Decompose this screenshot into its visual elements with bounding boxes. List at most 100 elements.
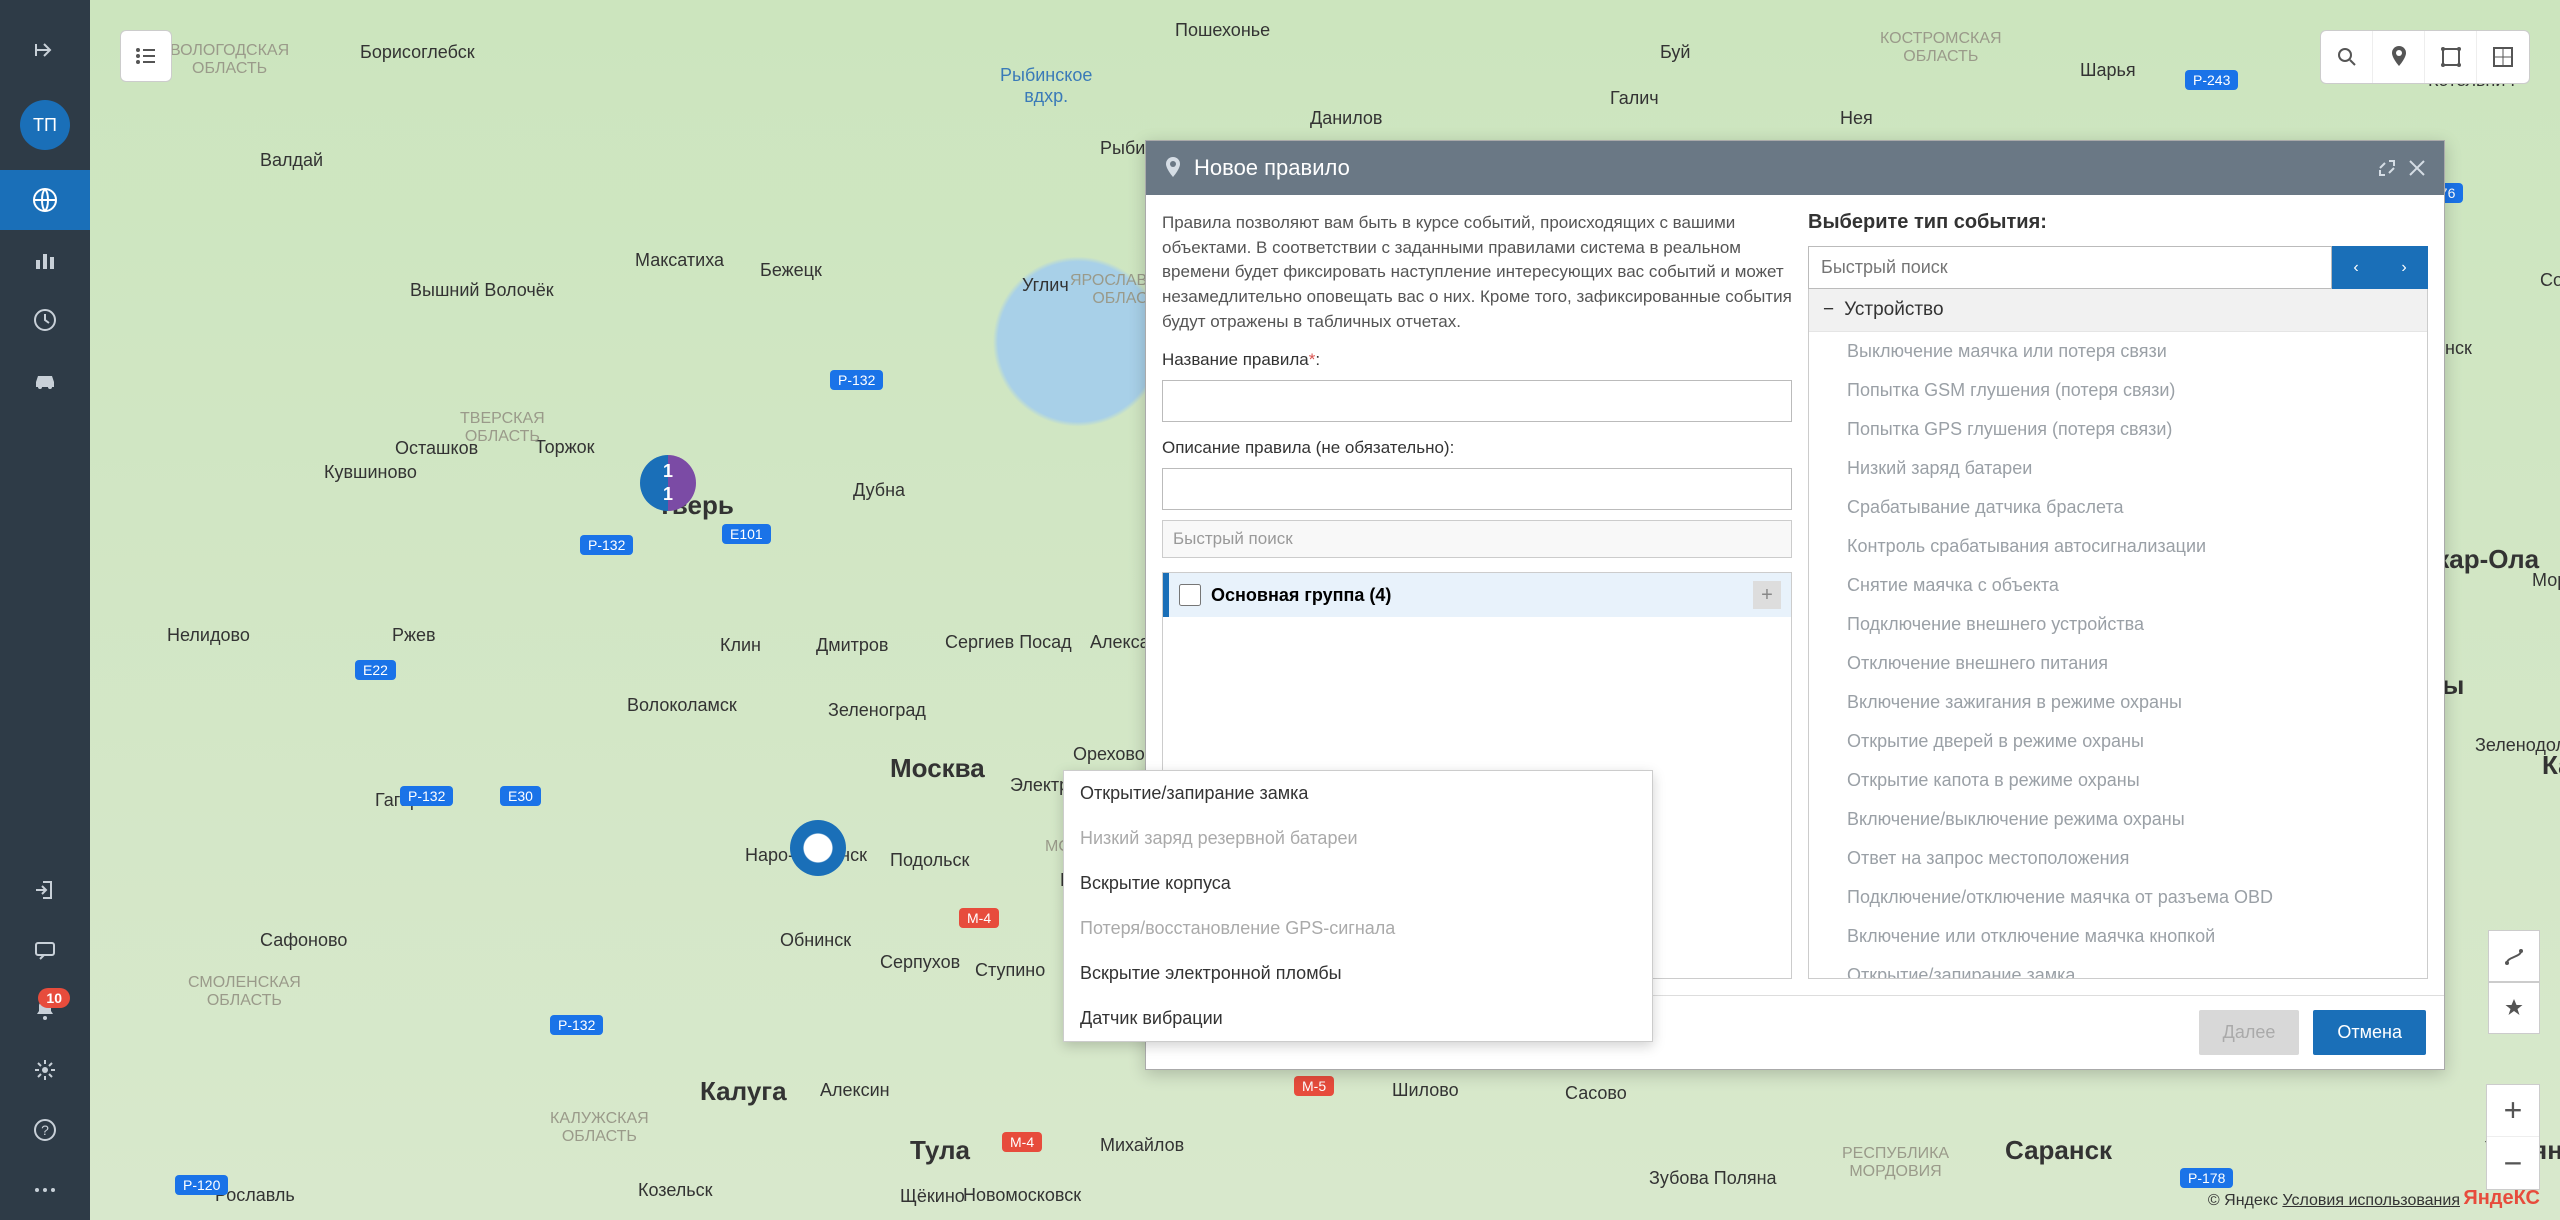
event-item[interactable]: Подключение/отключение маячка от разъема… [1809,878,2427,917]
pin-button[interactable] [2373,31,2425,83]
zoom-out-button[interactable]: − [2487,1137,2539,1189]
road-badge: Р-132 [550,1015,603,1035]
road-badge: Р-132 [830,370,883,390]
route-button[interactable] [2488,930,2540,982]
event-search-input[interactable] [1808,246,2332,289]
city-label: Зубова Поляна [1649,1168,1777,1189]
close-icon[interactable] [2408,159,2426,177]
event-item[interactable]: Включение/выключение режима охраны [1809,800,2427,839]
dropdown-item: Низкий заряд резервной батареи [1064,816,1652,861]
road-badge: Р-132 [400,786,453,806]
city-label: Нея [1840,108,1873,129]
city-label: Шарья [2080,60,2136,81]
city-label: Саранск [2005,1135,2112,1166]
sidebar-item-more[interactable] [0,1160,90,1220]
map-attribution: © Яндекс Условия использования [2208,1192,2460,1210]
event-item[interactable]: Ответ на запрос местоположения [1809,839,2427,878]
layers-button[interactable] [2477,31,2529,83]
zoom-in-button[interactable]: + [2487,1085,2539,1137]
event-item[interactable]: Выключение маячка или потеря связи [1809,332,2427,371]
event-item[interactable]: Снятие маячка с объекта [1809,566,2427,605]
road-badge: Р-120 [175,1175,228,1195]
group-checkbox[interactable] [1179,584,1201,606]
city-label: Осташков [395,438,478,459]
cancel-button[interactable]: Отмена [2313,1010,2426,1055]
event-item[interactable]: Попытка GPS глушения (потеря связи) [1809,410,2427,449]
terms-link[interactable]: Условия использования [2282,1192,2460,1209]
road-badge: Р-243 [2185,70,2238,90]
rule-description-text: Правила позволяют вам быть в курсе событ… [1162,211,1792,334]
sidebar-item-vehicles[interactable] [0,350,90,410]
event-item[interactable]: Открытие/запирание замка [1809,956,2427,979]
dropdown-item[interactable]: Вскрытие электронной пломбы [1064,951,1652,996]
event-category[interactable]: − Устройство [1809,289,2427,332]
notification-badge: 10 [38,988,70,1008]
dropdown-item[interactable]: Вскрытие корпуса [1064,861,1652,906]
modal-right-column: Выберите тип события: ‹ › − Устройство В… [1808,211,2428,979]
pin-icon [1164,157,1182,179]
map-marker-cluster-2[interactable]: 2 [790,820,846,876]
rule-desc-label: Описание правила (не обязательно): [1162,438,1792,458]
event-item[interactable]: Открытие дверей в режиме охраны [1809,722,2427,761]
prev-button[interactable]: ‹ [2332,246,2380,289]
city-label: Серпухов [880,952,960,973]
city-label: Клин [720,635,761,656]
next-step-button: Далее [2199,1010,2300,1055]
area-button[interactable] [2425,31,2477,83]
road-badge: Р-178 [2180,1168,2233,1188]
sidebar-item-globe[interactable] [0,170,90,230]
sidebar-item-help[interactable]: ? [0,1100,90,1160]
city-label: Валдай [260,150,323,171]
event-item[interactable]: Низкий заряд батареи [1809,449,2427,488]
city-label: Щёкино [900,1186,965,1207]
event-item[interactable]: Контроль срабатывания автосигнализации [1809,527,2427,566]
event-item[interactable]: Попытка GSM глушения (потеря связи) [1809,371,2427,410]
group-row[interactable]: Основная группа (4) + [1163,573,1791,617]
event-item[interactable]: Срабатывание датчика браслета [1809,488,2427,527]
city-label: Сергиев Посад [945,632,1072,653]
map-toolbar [2320,30,2530,84]
list-toggle-button[interactable] [120,30,172,82]
sidebar-item-settings[interactable] [0,1040,90,1100]
expand-icon[interactable] [2378,159,2396,177]
dropdown-item: Потеря/восстановление GPS-сигнала [1064,906,1652,951]
rule-desc-input[interactable] [1162,468,1792,510]
expand-group-button[interactable]: + [1753,581,1781,609]
sidebar-item-time[interactable] [0,290,90,350]
road-badge: М-4 [959,908,999,928]
event-item[interactable]: Включение или отключение маячка кнопкой [1809,917,2427,956]
sidebar-item-chat[interactable] [0,920,90,980]
left-sidebar: ТП 10 ? [0,0,90,1220]
sidebar-item-logout[interactable] [0,860,90,920]
search-button[interactable] [2321,31,2373,83]
city-label: Тула [910,1135,970,1166]
road-badge: Е30 [500,786,541,806]
road-badge: М-4 [1002,1132,1042,1152]
event-item[interactable]: Открытие капота в режиме охраны [1809,761,2427,800]
modal-header: Новое правило [1146,141,2444,195]
provider-logo: ЯндеКС [2463,1187,2540,1210]
next-button[interactable]: › [2380,246,2428,289]
group-name: Основная группа (4) [1211,585,1391,606]
group-quick-search[interactable]: Быстрый поиск [1162,520,1792,558]
road-badge: Е22 [355,660,396,680]
menu-collapse-button[interactable] [0,20,90,80]
favorite-button[interactable] [2488,982,2540,1034]
road-badge: Р-132 [580,535,633,555]
city-label: Козельск [638,1180,713,1201]
dropdown-item[interactable]: Открытие/запирание замка [1064,771,1652,816]
event-tree: − Устройство Выключение маячка или потер… [1808,289,2428,979]
event-item[interactable]: Подключение внешнего устройства [1809,605,2427,644]
city-label: Дмитров [816,635,888,656]
city-label: Вышний Волочёк [410,280,554,301]
rule-name-input[interactable] [1162,380,1792,422]
event-item[interactable]: Включение зажигания в режиме охраны [1809,683,2427,722]
event-item[interactable]: Отключение внешнего питания [1809,644,2427,683]
map-marker-cluster-1[interactable]: 1 [640,455,696,511]
city-label: Ржев [392,625,436,646]
sidebar-item-notifications[interactable]: 10 [0,980,90,1040]
user-avatar[interactable]: ТП [20,100,70,150]
dropdown-item[interactable]: Датчик вибрации [1064,996,1652,1041]
sidebar-item-reports[interactable] [0,230,90,290]
city-label: Углич [1022,275,1069,296]
